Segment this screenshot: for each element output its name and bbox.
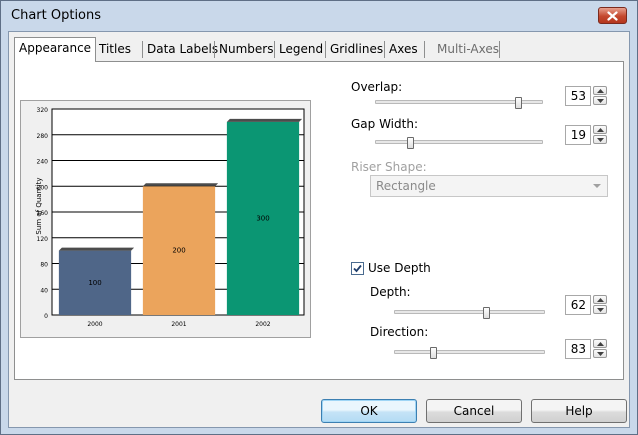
help-button[interactable]: Help: [531, 399, 627, 423]
title-bar[interactable]: Chart Options: [1, 1, 637, 31]
overlap-spin-down[interactable]: [593, 96, 607, 105]
y-tick-label: 40: [40, 287, 48, 294]
riser-shape-value: Rectangle: [376, 179, 436, 193]
use-depth-label: Use Depth: [368, 261, 431, 275]
chevron-up-icon: [596, 127, 604, 132]
gap-width-label: Gap Width:: [351, 117, 418, 131]
tab-gridlines[interactable]: Gridlines: [326, 39, 387, 61]
chevron-down-icon: [593, 184, 601, 188]
depth-label: Depth:: [370, 285, 411, 299]
tab-titles[interactable]: Titles: [95, 39, 135, 61]
x-tick-label: 2000: [87, 321, 102, 328]
chevron-up-icon: [596, 88, 604, 93]
tab-label: Axes: [389, 42, 418, 56]
tab-axes[interactable]: Axes: [385, 39, 422, 61]
chart-options-window: Chart Options Appearance Titles Data Lab…: [0, 0, 638, 435]
tab-multi-axes: Multi-Axes: [433, 39, 503, 61]
direction-spin-up[interactable]: [593, 339, 607, 348]
overlap-value-field[interactable]: 53: [565, 86, 591, 106]
chevron-down-icon: [596, 351, 604, 356]
data-label: 100: [88, 279, 101, 287]
chevron-down-icon: [596, 137, 604, 142]
direction-slider-thumb[interactable]: [430, 347, 437, 359]
riser-shape-dropdown: Rectangle: [370, 175, 608, 197]
overlap-spin-up[interactable]: [593, 86, 607, 95]
y-tick-label: 80: [40, 262, 48, 269]
tab-data-labels[interactable]: Data Labels: [143, 39, 222, 61]
tab-label: Gridlines: [330, 42, 384, 56]
tab-label: Appearance: [19, 41, 92, 55]
dialog-client-area: Appearance Titles Data Labels Numbers Le…: [8, 31, 630, 428]
depth-spin-down[interactable]: [593, 305, 607, 314]
y-tick-label: 280: [37, 133, 49, 140]
depth-spin-up[interactable]: [593, 295, 607, 304]
chevron-up-icon: [596, 341, 604, 346]
overlap-slider-thumb[interactable]: [515, 97, 523, 109]
chevron-down-icon: [596, 98, 604, 103]
depth-value-field[interactable]: 62: [565, 295, 591, 315]
y-tick-label: 320: [37, 107, 49, 114]
gap-width-spin-down[interactable]: [593, 135, 607, 144]
y-tick-label: 0: [44, 313, 48, 320]
use-depth-checkbox[interactable]: [351, 262, 364, 275]
tab-separator: [424, 41, 425, 58]
tab-numbers[interactable]: Numbers: [215, 39, 277, 61]
bar-top-face: [58, 247, 135, 251]
depth-slider-thumb[interactable]: [483, 307, 491, 319]
y-tick-label: 120: [37, 236, 49, 243]
x-tick-label: 2001: [171, 321, 186, 328]
window-title: Chart Options: [11, 8, 102, 23]
gap-width-slider-thumb[interactable]: [407, 137, 415, 149]
ok-button[interactable]: OK: [321, 399, 417, 423]
tab-label: Titles: [99, 42, 131, 56]
tab-separator: [499, 41, 500, 58]
chevron-down-icon: [596, 307, 604, 312]
chart-preview: 0 40 80 120 160 200 240 280 320 Sum of Quantity 10…: [20, 100, 311, 338]
bar-chart: 04080120160200240280320Sum of Quantity10…: [35, 107, 305, 328]
close-button[interactable]: [598, 7, 627, 24]
gap-width-slider-track[interactable]: [375, 140, 543, 144]
gap-width-value-field[interactable]: 19: [565, 125, 591, 145]
tab-legend[interactable]: Legend: [275, 39, 327, 61]
tab-label: Numbers: [219, 42, 274, 56]
y-tick-label: 240: [37, 159, 49, 166]
depth-slider-track[interactable]: [394, 310, 545, 314]
cancel-button[interactable]: Cancel: [426, 399, 522, 423]
direction-value-field[interactable]: 83: [565, 339, 591, 359]
tab-label: Multi-Axes: [437, 42, 499, 56]
bar-top-face: [142, 183, 219, 187]
x-tick-label: 2002: [255, 321, 270, 328]
direction-label: Direction:: [370, 325, 429, 339]
direction-spin-down[interactable]: [593, 349, 607, 358]
close-icon: [607, 10, 618, 21]
gap-width-spin-up[interactable]: [593, 125, 607, 134]
checkmark-icon: [353, 264, 362, 273]
overlap-label: Overlap:: [351, 80, 403, 94]
tab-label: Legend: [279, 42, 324, 56]
tab-label: Data Labels: [147, 42, 219, 56]
y-axis-label: Sum of Quantity: [35, 177, 43, 234]
tab-appearance[interactable]: Appearance: [14, 37, 97, 62]
data-label: 300: [256, 214, 269, 222]
chevron-up-icon: [596, 297, 604, 302]
riser-shape-label: Riser Shape:: [351, 160, 427, 174]
data-label: 200: [172, 247, 185, 255]
direction-slider-track[interactable]: [394, 350, 545, 354]
bar-top-face: [226, 118, 303, 122]
